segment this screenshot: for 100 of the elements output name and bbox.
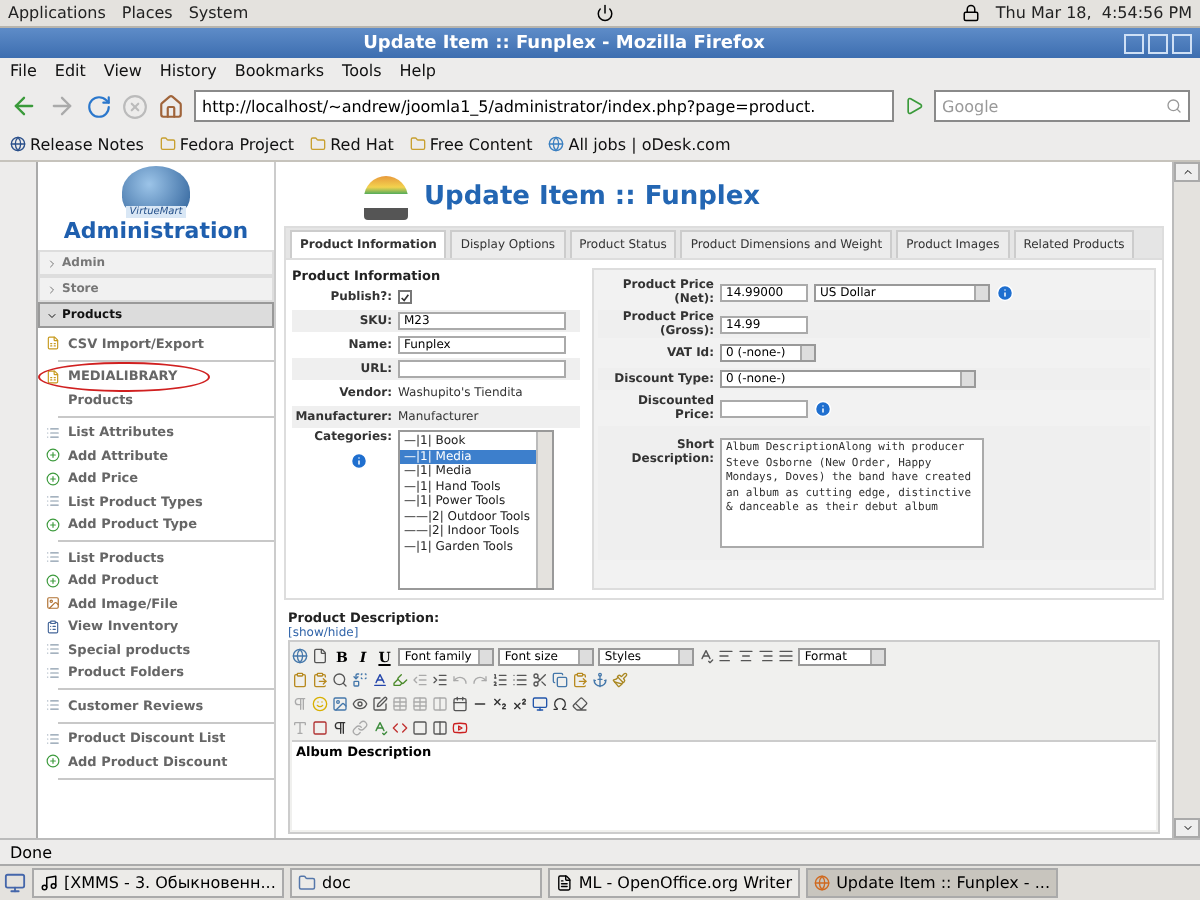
cut-icon[interactable]	[532, 672, 548, 688]
brush-icon[interactable]	[612, 672, 628, 688]
new-document-icon[interactable]	[312, 648, 328, 664]
add-icon	[46, 573, 60, 588]
scrollbar[interactable]	[536, 432, 552, 588]
sidebar-title: Administration	[63, 218, 249, 244]
home-icon[interactable]	[158, 93, 184, 119]
text-input[interactable]	[720, 399, 808, 417]
paragraph-icon[interactable]	[332, 720, 348, 736]
add-icon	[46, 517, 60, 532]
anchor-icon[interactable]	[592, 672, 608, 688]
address-bar[interactable]: http://localhost/~andrew/joomla1_5/administrator/index.php?page=product.	[194, 90, 894, 122]
list-icon	[46, 698, 60, 713]
scroll-down-icon[interactable]	[1174, 818, 1200, 838]
back-icon[interactable]	[10, 92, 38, 120]
add-icon	[46, 754, 60, 769]
numbered-list-icon[interactable]	[492, 672, 508, 688]
globe-icon[interactable]	[292, 648, 308, 664]
folder-icon	[409, 136, 426, 152]
scroll-up-icon[interactable]	[1174, 162, 1200, 182]
bookmark[interactable]: Free Content	[409, 135, 533, 153]
taskbar-button[interactable]: doc	[290, 868, 542, 898]
taskbar-button[interactable]: ML - OpenOffice.org Writer	[548, 868, 800, 898]
globe-icon	[10, 136, 26, 152]
spellcheck-icon[interactable]	[698, 648, 715, 664]
menu-item[interactable]: Tools	[342, 62, 382, 80]
close-button[interactable]	[1172, 33, 1192, 53]
video-icon[interactable]	[452, 720, 468, 736]
subscript-icon[interactable]	[492, 696, 508, 712]
indent-icon[interactable]	[432, 672, 448, 688]
bookmark[interactable]: All jobs | oDesk.com	[548, 135, 731, 153]
add-icon	[46, 448, 60, 463]
bullet-list-icon[interactable]	[512, 672, 528, 688]
list-icon	[46, 665, 60, 680]
menu-item[interactable]: File	[10, 62, 37, 80]
justify-icon[interactable]	[778, 648, 795, 664]
chevron-icon	[46, 283, 58, 295]
eraser-icon[interactable]	[572, 696, 588, 712]
superscript-icon[interactable]	[512, 696, 528, 712]
replace-icon[interactable]	[352, 672, 368, 688]
url-text: http://localhost/~andrew/joomla1_5/administrator/index.php?page=product.	[202, 97, 816, 115]
text-input[interactable]	[398, 360, 566, 378]
menu-item[interactable]: View	[103, 62, 142, 80]
bookmark[interactable]: Red Hat	[310, 135, 394, 153]
status-text: Done	[10, 843, 53, 861]
info-icon[interactable]	[996, 283, 1014, 301]
spellcheck-icon[interactable]	[372, 720, 388, 736]
search-icon[interactable]	[1166, 98, 1182, 114]
preview-icon[interactable]	[352, 696, 368, 712]
go-icon[interactable]	[904, 96, 924, 116]
paste-icon[interactable]	[312, 672, 328, 688]
globe-icon	[814, 874, 831, 892]
taskbar-button[interactable]: Update Item :: Funplex - ...	[806, 868, 1058, 898]
columns-icon[interactable]	[432, 720, 448, 736]
chevron-icon	[46, 309, 58, 321]
taskbar-button[interactable]: [XMMS - 3. Обыкновенн...	[32, 868, 284, 898]
menu-item[interactable]: Help	[399, 62, 437, 80]
minimize-button[interactable]	[1124, 33, 1144, 53]
music-icon	[40, 874, 58, 892]
page-scrollbar[interactable]	[1172, 162, 1200, 838]
info-icon[interactable]	[350, 452, 368, 470]
panel-menu[interactable]: Places	[121, 4, 173, 22]
product-logo	[364, 175, 408, 219]
publish-checkbox[interactable]	[398, 290, 412, 304]
reload-icon[interactable]	[86, 93, 112, 119]
list-icon	[46, 550, 60, 565]
omega-icon[interactable]	[552, 696, 568, 712]
search-icon[interactable]	[332, 672, 348, 688]
list-icon	[46, 731, 60, 746]
menu-item[interactable]: History	[159, 62, 217, 80]
menu-item[interactable]: Edit	[54, 62, 86, 80]
align-center-icon[interactable]	[738, 648, 755, 664]
copy-icon[interactable]	[552, 672, 568, 688]
align-left-icon[interactable]	[718, 648, 735, 664]
calendar-icon[interactable]	[452, 696, 468, 712]
highlighter-icon[interactable]	[392, 672, 408, 688]
edit-icon[interactable]	[372, 696, 388, 712]
code-icon[interactable]	[392, 720, 408, 736]
paste-icon[interactable]	[572, 672, 588, 688]
menu-item[interactable]: Bookmarks	[234, 62, 325, 80]
search-placeholder: Google	[942, 97, 1001, 115]
power-icon[interactable]	[596, 4, 615, 22]
align-right-icon[interactable]	[758, 648, 775, 664]
fullscreen-icon[interactable]	[532, 696, 548, 712]
panel-menu[interactable]: System	[188, 4, 249, 22]
maximize-button[interactable]	[1148, 33, 1168, 53]
bookmark[interactable]: Release Notes	[10, 135, 144, 153]
lock-icon[interactable]	[961, 4, 980, 22]
spreadsheet-icon	[46, 369, 60, 384]
image-icon	[46, 596, 60, 611]
text-color-icon[interactable]	[372, 672, 388, 688]
page-title: Update Item :: Funplex	[424, 182, 761, 212]
info-icon[interactable]	[814, 399, 832, 417]
image-icon[interactable]	[332, 696, 348, 712]
clock[interactable]: Thu Mar 18, 4:54:56 PM	[995, 4, 1192, 22]
desktop-icon[interactable]	[4, 872, 26, 894]
bookmark[interactable]: Fedora Project	[159, 135, 295, 153]
clipboard-icon[interactable]	[292, 672, 308, 688]
panel-menu[interactable]: Applications	[8, 4, 106, 22]
list-icon	[46, 425, 60, 440]
